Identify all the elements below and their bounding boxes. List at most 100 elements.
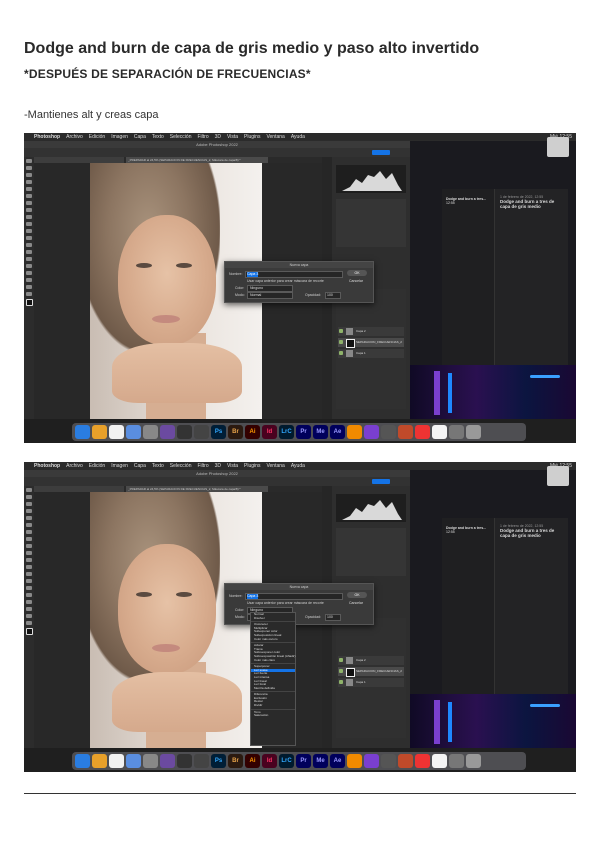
lightroom-classic-icon[interactable]: LrC [279,425,294,439]
media-encoder-icon[interactable]: Me [313,425,328,439]
zoom-tool-icon[interactable] [26,621,32,625]
dodge-tool-icon[interactable] [26,250,32,254]
zoom-tool-icon[interactable] [26,292,32,296]
hand-tool-icon[interactable] [26,285,32,289]
vlc-icon[interactable] [347,754,362,768]
menu-seleccion[interactable]: Selección [170,134,192,140]
trash-icon[interactable] [466,425,481,439]
app-icon[interactable] [364,425,379,439]
crop-tool-icon[interactable] [26,516,32,520]
foreground-color-swatch[interactable] [25,299,33,306]
premiere-icon[interactable]: Pr [296,425,311,439]
app-icon[interactable] [381,425,396,439]
app-icon[interactable] [177,754,192,768]
app-icon[interactable] [449,754,464,768]
marquee-tool-icon[interactable] [26,166,32,170]
share-button[interactable] [372,479,390,484]
app-icon[interactable] [177,425,192,439]
stamp-tool-icon[interactable] [26,544,32,548]
color-select[interactable]: Ninguno [247,285,293,292]
gradient-tool-icon[interactable] [26,565,32,569]
move-tool-icon[interactable] [26,159,32,163]
textedit-icon[interactable] [432,754,447,768]
vlc-icon[interactable] [347,425,362,439]
menu-archivo[interactable]: Archivo [66,463,83,469]
menu-imagen[interactable]: Imagen [111,134,128,140]
notes-list[interactable] [442,518,495,704]
path-select-icon[interactable] [26,271,32,275]
chrome-icon[interactable] [92,425,107,439]
shape-tool-icon[interactable] [26,278,32,282]
type-tool-icon[interactable] [26,264,32,268]
menu-plugins[interactable]: Plugins [244,463,260,469]
menu-imagen[interactable]: Imagen [111,463,128,469]
path-select-icon[interactable] [26,600,32,604]
app-icon[interactable] [143,754,158,768]
textedit-icon[interactable] [432,425,447,439]
layer-row[interactable]: SEPARACION_FRECUENCIAS_2 [338,338,404,348]
ok-button[interactable]: OK [347,592,367,598]
premiere-icon[interactable]: Pr [296,754,311,768]
menu-vista[interactable]: Vista [227,463,238,469]
blend-mode-option[interactable]: Color más claro [251,658,295,663]
acrobat-icon[interactable] [415,754,430,768]
share-button[interactable] [372,150,390,155]
blend-mode-option[interactable]: Dividir [251,703,295,708]
history-brush-icon[interactable] [26,551,32,555]
media-encoder-icon[interactable]: Me [313,754,328,768]
menu-ayuda[interactable]: Ayuda [291,463,305,469]
notes-icon[interactable] [109,754,124,768]
pen-tool-icon[interactable] [26,257,32,261]
bridge-icon[interactable]: Br [228,425,243,439]
cancel-button[interactable]: Cancelar [349,279,363,283]
notes-editor[interactable]: 1 de febrero de 2022, 12:55 Dodge and bur… [500,524,562,538]
menu-3d[interactable]: 3D [215,463,221,469]
blend-mode-option[interactable]: Color más oscuro [251,637,295,642]
name-input[interactable]: Capa 3 [245,271,343,278]
history-brush-icon[interactable] [26,222,32,226]
notes-list-item[interactable]: Dodge and burn a tres... 12:55 [446,526,492,534]
blend-mode-option[interactable]: Disolver [251,616,295,621]
notes-editor[interactable]: 1 de febrero de 2022, 12:55 Dodge and bur… [500,195,562,209]
hard-drive-icon[interactable] [547,137,569,157]
foreground-color-swatch[interactable] [25,628,33,635]
notes-icon[interactable] [109,425,124,439]
app-icon[interactable] [398,754,413,768]
menu-photoshop[interactable]: Photoshop [34,134,60,140]
stamp-tool-icon[interactable] [26,215,32,219]
select-tool-icon[interactable] [26,509,32,513]
preview-icon[interactable] [126,425,141,439]
layer-row[interactable]: Capa 2 [338,327,404,336]
eyedropper-tool-icon[interactable] [26,523,32,527]
app-icon[interactable] [160,754,175,768]
gradient-tool-icon[interactable] [26,236,32,240]
menu-ventana[interactable]: Ventana [266,134,284,140]
hard-drive-icon[interactable] [547,466,569,486]
layer-row[interactable]: Capa 1 [338,349,404,358]
brush-tool-icon[interactable] [26,208,32,212]
layer-row[interactable]: SEPARACION_FRECUENCIAS_2 [338,667,404,677]
finder-icon[interactable] [75,425,90,439]
opacity-input[interactable]: 100 [325,292,341,299]
after-effects-icon[interactable]: Ae [330,754,345,768]
shape-tool-icon[interactable] [26,607,32,611]
blur-tool-icon[interactable] [26,243,32,247]
chrome-icon[interactable] [92,754,107,768]
menu-seleccion[interactable]: Selección [170,463,192,469]
adjustments-panel[interactable] [336,199,406,247]
clipping-checkbox-label[interactable]: Usar capa anterior para crear máscara de… [247,279,324,283]
dodge-tool-icon[interactable] [26,579,32,583]
app-icon[interactable] [143,425,158,439]
menu-edicion[interactable]: Edición [89,134,105,140]
menu-filtro[interactable]: Filtro [197,463,208,469]
eyedropper-tool-icon[interactable] [26,194,32,198]
clipping-checkbox-label[interactable]: Usar capa anterior para crear máscara de… [247,601,324,605]
menu-vista[interactable]: Vista [227,134,238,140]
illustrator-icon[interactable]: Ai [245,754,260,768]
move-tool-icon[interactable] [26,488,32,492]
app-icon[interactable] [194,425,209,439]
app-icon[interactable] [364,754,379,768]
finder-icon[interactable] [75,754,90,768]
healing-tool-icon[interactable] [26,530,32,534]
illustrator-icon[interactable]: Ai [245,425,260,439]
